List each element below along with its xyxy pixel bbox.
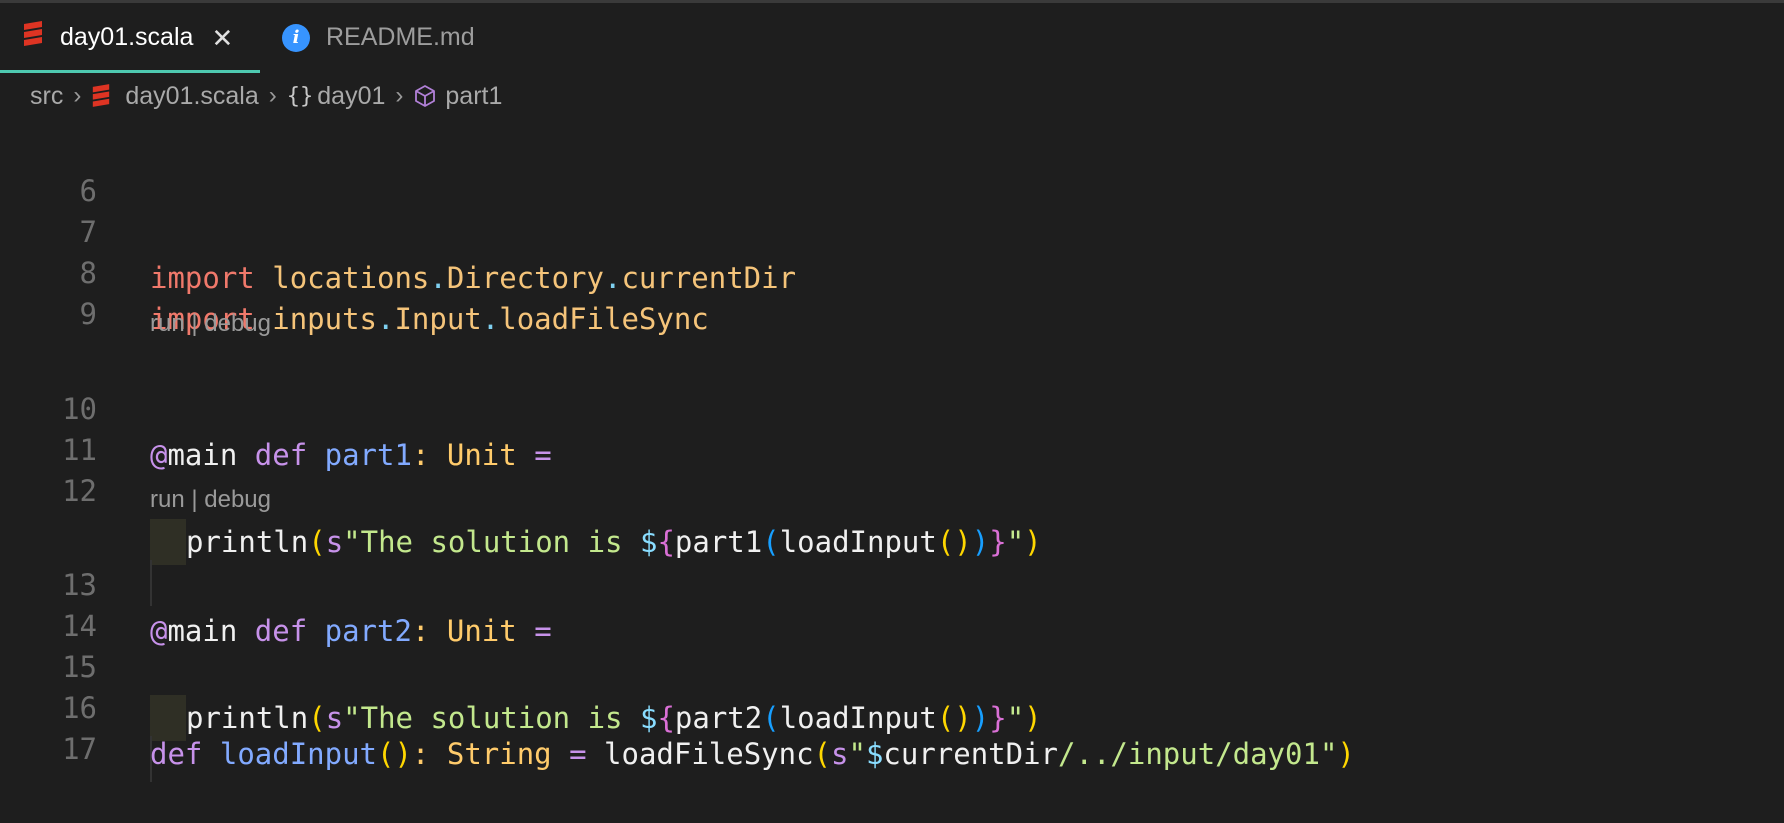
tab-label: README.md [326, 23, 475, 51]
code-line: 15 [0, 598, 1784, 782]
run-codelens[interactable]: run [150, 486, 185, 513]
close-icon[interactable]: ✕ [211, 25, 233, 51]
code-line: 16 def loadInput(): String = loadFileSyn… [0, 639, 1784, 771]
tab-readme-md[interactable]: i README.md [282, 3, 475, 72]
cube-icon [415, 85, 436, 107]
code-line: 7 import locations.Directory.currentDir [0, 163, 1784, 295]
run-codelens[interactable]: run [150, 310, 185, 337]
line-number: 17 [62, 732, 97, 766]
code-line: 6 [0, 122, 1784, 208]
code-line: 14 println(s"The solution is ${part2(loa… [0, 557, 1784, 741]
breadcrumb: src › day01.scala › {} day01 › part1 [30, 74, 502, 118]
code-line: 8 import inputs.Input.loadFileSync [0, 204, 1784, 336]
chevron-right-icon: › [268, 82, 277, 109]
code-line: 10 @main def part1: Unit = [0, 340, 1784, 472]
chevron-right-icon: › [395, 82, 404, 109]
scala-icon [93, 84, 110, 107]
line-number: 12 [62, 474, 97, 508]
scala-icon [22, 21, 44, 54]
code-text: def loadInput(): String = loadFileSync(s… [150, 737, 1355, 771]
chevron-right-icon: › [73, 82, 82, 109]
line-number: 9 [79, 297, 97, 331]
breadcrumb-method[interactable]: part1 [445, 82, 502, 111]
breadcrumb-object[interactable]: day01 [317, 82, 385, 111]
code-line: 13 @main def part2: Unit = [0, 516, 1784, 648]
code-lens: run | debug [150, 304, 271, 344]
active-tab-indicator [0, 70, 260, 73]
code-lens: run | debug [150, 480, 271, 520]
editor-tab-bar: day01.scala ✕ i README.md [0, 3, 1784, 73]
breadcrumb-file[interactable]: day01.scala [125, 82, 258, 111]
breadcrumb-folder[interactable]: src [30, 82, 63, 111]
tab-label: day01.scala [60, 23, 194, 51]
code-line: 11 println(s"The solution is ${part1(loa… [0, 381, 1784, 565]
codelens-separator: | [191, 486, 198, 513]
tab-day01-scala[interactable]: day01.scala ✕ [0, 3, 260, 73]
codelens-separator: | [191, 310, 198, 337]
code-line: 17 [0, 680, 1784, 766]
code-line: 12 [0, 422, 1784, 606]
braces-icon: {} [286, 83, 314, 109]
debug-codelens[interactable]: debug [204, 486, 271, 513]
code-line: 9 [0, 245, 1784, 331]
info-icon: i [282, 23, 310, 52]
code-editor[interactable]: 6 7 import locations.Directory.currentDi… [0, 122, 1784, 782]
debug-codelens[interactable]: debug [204, 310, 271, 337]
